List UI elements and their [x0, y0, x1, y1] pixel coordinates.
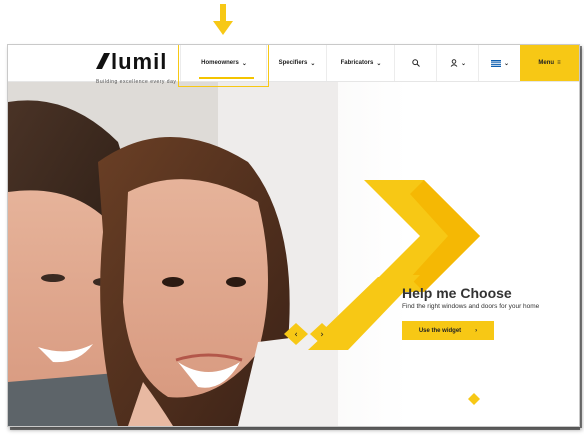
menu-button[interactable]: Menu ≡ [520, 45, 579, 81]
use-widget-label: Use the widget [418, 327, 462, 334]
logo-text: lumil [111, 49, 168, 74]
chevron-right-icon: › [475, 327, 478, 334]
language-button[interactable]: ⌄ [478, 45, 521, 81]
decorative-diamond [468, 393, 480, 405]
down-arrow-annotation-icon [213, 4, 233, 35]
hamburger-icon: ≡ [557, 60, 561, 66]
account-button[interactable]: ⌄ [436, 45, 479, 81]
annotation-highlight-box [178, 45, 269, 87]
flag-icon [490, 59, 501, 67]
logo-tagline: Building excellence every day [96, 79, 177, 85]
use-widget-button[interactable]: Use the widget › [402, 321, 494, 340]
logo-a-mark-icon [96, 53, 110, 69]
hero-title: Help me Choose [402, 285, 512, 301]
nav-fabricators[interactable]: Fabricators ⌄ [326, 45, 395, 81]
chevron-down-icon: ⌄ [310, 60, 316, 67]
svg-text:‹: ‹ [294, 330, 298, 340]
user-icon [450, 59, 458, 67]
slider-next-button[interactable]: › [310, 323, 334, 345]
nav-fabricators-label: Fabricators [340, 60, 374, 66]
search-icon [412, 59, 420, 67]
chevron-down-icon: ⌄ [376, 60, 382, 67]
search-button[interactable] [394, 45, 437, 81]
svg-text:›: › [320, 330, 324, 340]
slider-prev-button[interactable]: ‹ [284, 323, 308, 345]
slider-controls: ‹ › [284, 323, 334, 345]
chevron-down-icon: ⌄ [460, 60, 467, 67]
hero-photo [8, 82, 338, 426]
nav-specifiers-label: Specifiers [278, 60, 308, 66]
hero-subtitle: Find the right windows and doors for you… [402, 303, 540, 310]
browser-frame: Help me Choose Find the right windows an… [7, 44, 580, 427]
chevron-down-icon: ⌄ [503, 60, 510, 67]
alumil-logo[interactable]: lumil Building excellence every day [96, 51, 176, 85]
top-navbar: lumil Building excellence every day Home… [8, 45, 579, 85]
nav-specifiers[interactable]: Specifiers ⌄ [266, 45, 327, 81]
menu-label: Menu [538, 60, 555, 66]
